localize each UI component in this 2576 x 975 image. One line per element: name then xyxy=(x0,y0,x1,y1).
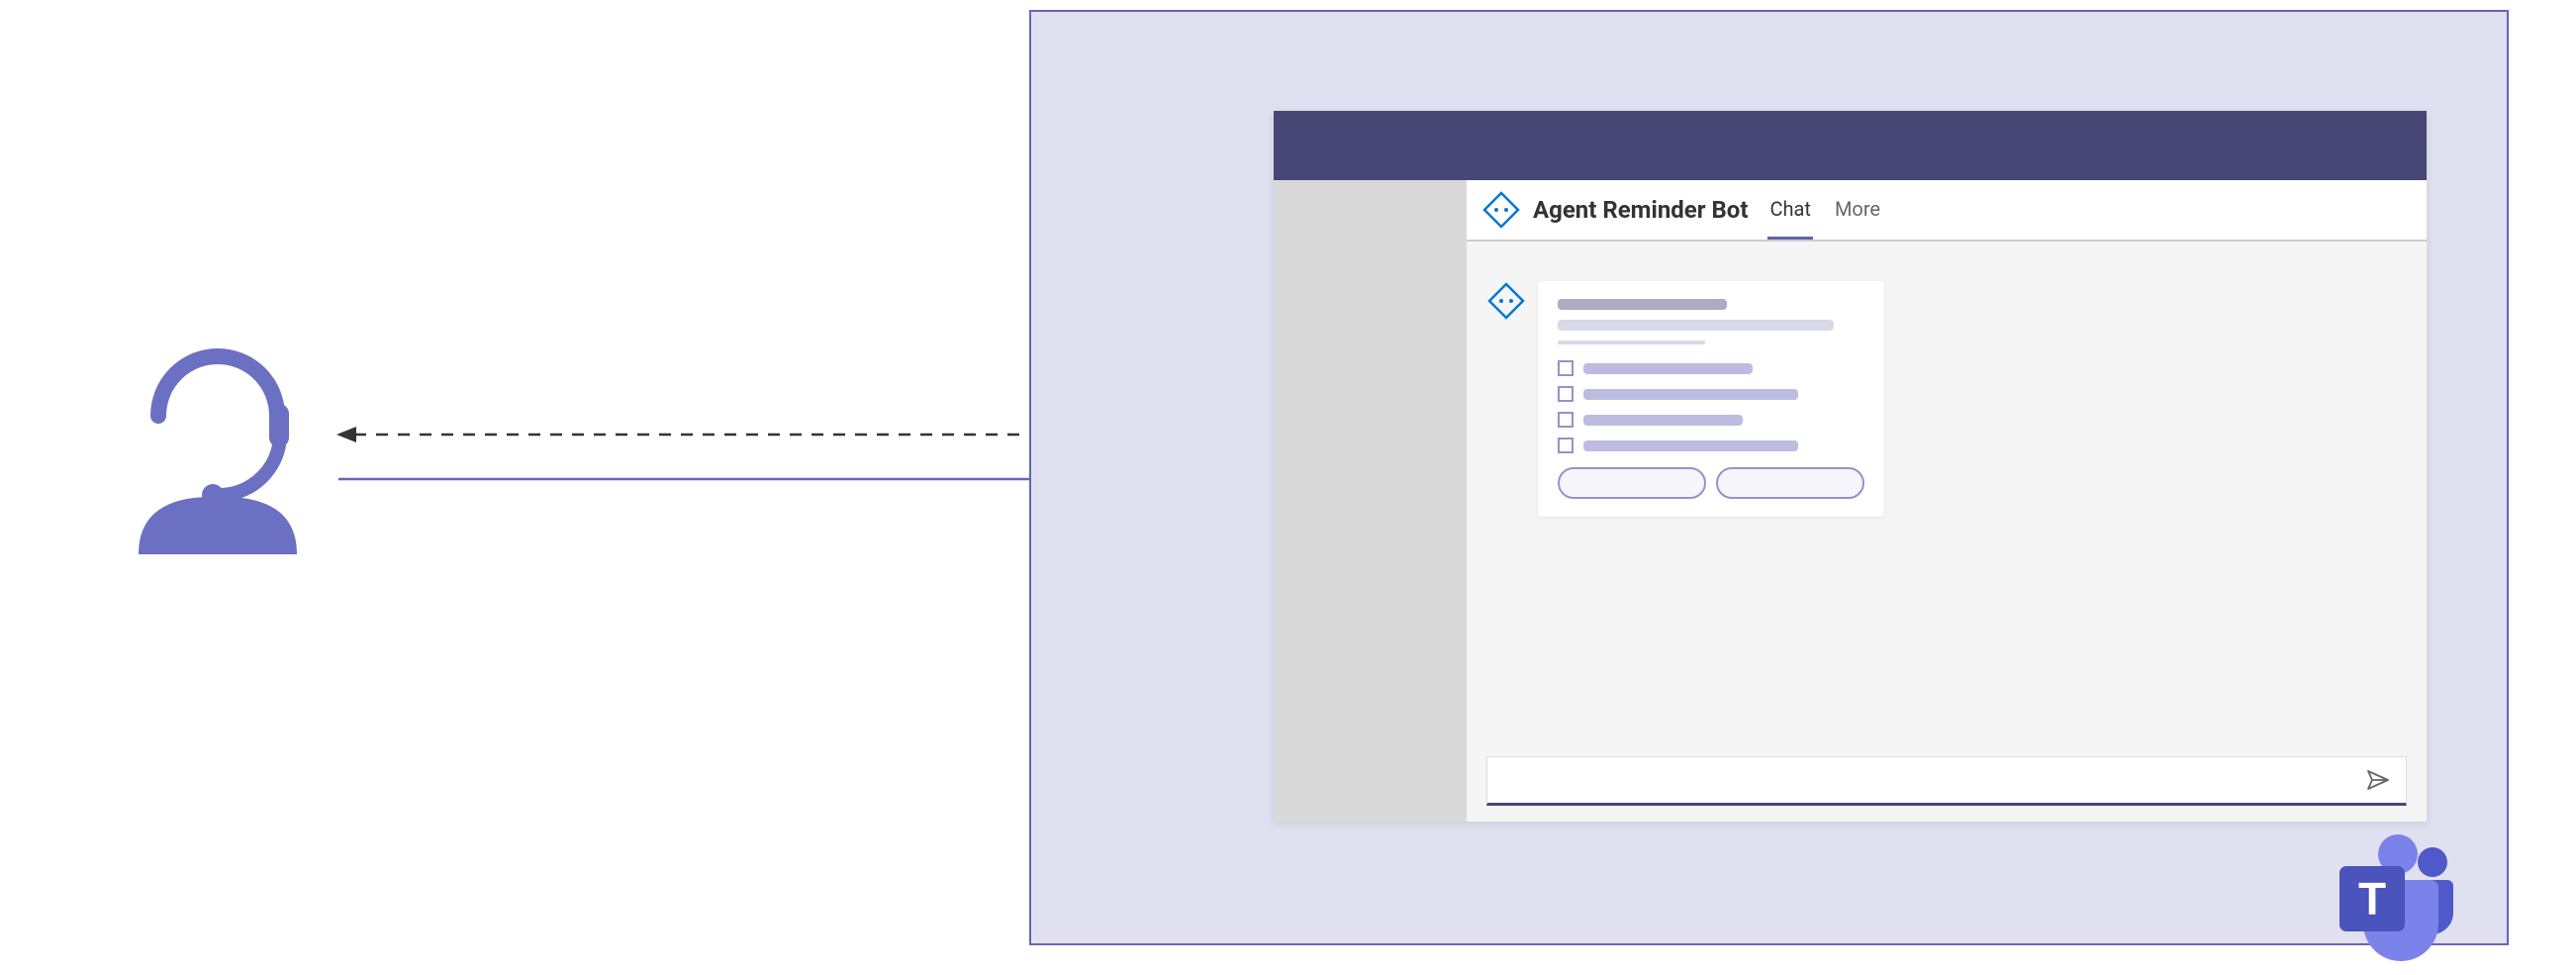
message-input[interactable] xyxy=(1486,756,2407,806)
bot-name: Agent Reminder Bot xyxy=(1533,196,1748,224)
card-subtext-placeholder xyxy=(1558,341,1705,344)
code-diamond-icon xyxy=(1486,281,1526,321)
teams-content: Agent Reminder Bot Chat More xyxy=(1467,180,2427,822)
checkbox-icon[interactable] xyxy=(1558,412,1574,428)
send-icon[interactable] xyxy=(2366,768,2390,792)
adaptive-card xyxy=(1538,281,1884,517)
checklist-text-placeholder xyxy=(1583,389,1798,400)
teams-logo-letter: T xyxy=(2358,873,2386,925)
bot-message xyxy=(1486,281,2407,517)
teams-sidebar xyxy=(1274,180,1467,822)
checklist-text-placeholder xyxy=(1583,440,1798,451)
checklist-item xyxy=(1558,386,1864,402)
tab-chat[interactable]: Chat xyxy=(1767,181,1812,240)
teams-window: Agent Reminder Bot Chat More xyxy=(1029,10,2509,945)
architecture-diagram: 1 2 xyxy=(0,0,2576,975)
checklist-item xyxy=(1558,360,1864,376)
chat-area xyxy=(1467,242,2427,746)
checklist-item xyxy=(1558,412,1864,428)
microsoft-teams-icon: T xyxy=(2334,832,2462,961)
compose-area xyxy=(1467,746,2427,822)
checkbox-icon[interactable] xyxy=(1558,386,1574,402)
teams-titlebar xyxy=(1274,111,2427,180)
card-action-button[interactable] xyxy=(1558,467,1706,499)
checklist-text-placeholder xyxy=(1583,363,1753,374)
checkbox-icon[interactable] xyxy=(1558,438,1574,453)
checklist-item xyxy=(1558,438,1864,453)
card-actions xyxy=(1558,467,1864,499)
card-title-placeholder xyxy=(1558,299,1727,310)
tab-more[interactable]: More xyxy=(1833,181,1882,240)
card-text-placeholder xyxy=(1558,320,1834,331)
card-action-button[interactable] xyxy=(1716,467,1864,499)
checklist-text-placeholder xyxy=(1583,415,1743,426)
agent-headset-icon xyxy=(119,327,317,554)
teams-app-frame: Agent Reminder Bot Chat More xyxy=(1274,111,2427,822)
code-diamond-icon xyxy=(1481,190,1521,230)
checkbox-icon[interactable] xyxy=(1558,360,1574,376)
teams-chat-header: Agent Reminder Bot Chat More xyxy=(1467,180,2427,242)
teams-tabs: Chat More xyxy=(1767,181,1882,240)
